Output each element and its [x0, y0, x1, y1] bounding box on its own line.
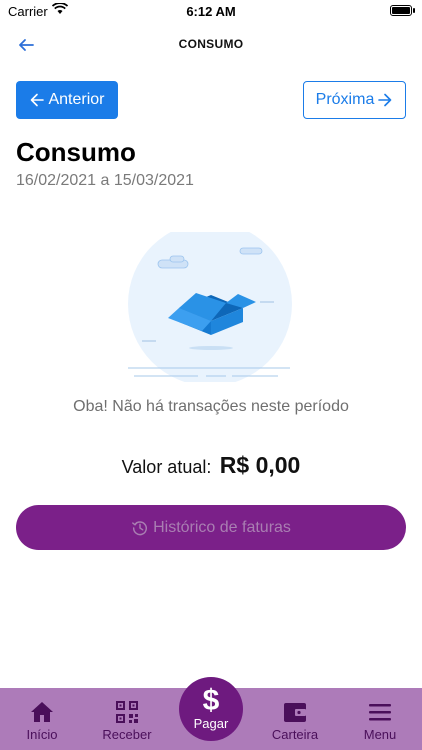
tab-label: Menu [363, 727, 397, 742]
tab-pagar[interactable]: $ Pagar [179, 677, 243, 741]
home-icon [31, 702, 53, 722]
invoice-history-label: Histórico de faturas [153, 518, 291, 536]
arrow-left-icon [31, 93, 45, 107]
tab-carteira[interactable]: Carteira [266, 688, 324, 750]
tab-receber[interactable]: Receber [96, 688, 158, 750]
current-value-amount: R$ 0,00 [219, 452, 301, 478]
status-bar: Carrier 6:12 AM [0, 0, 422, 22]
next-period-label: Próxima [315, 91, 375, 108]
previous-period-label: Anterior [48, 91, 105, 108]
history-icon [132, 520, 148, 535]
qr-code-icon [116, 701, 138, 723]
menu-icon [369, 704, 391, 721]
current-value-label: Valor atual: [121, 457, 212, 477]
previous-period-button[interactable]: Anterior [16, 81, 118, 119]
arrow-right-icon [378, 93, 392, 107]
tab-label: Carteira [271, 727, 319, 742]
page-title: Consumo [16, 137, 136, 167]
tab-label: Receber [102, 727, 152, 742]
date-range: 16/02/2021 a 15/03/2021 [16, 172, 194, 189]
tab-menu[interactable]: Menu [354, 688, 406, 750]
current-value: Valor atual: R$ 0,00 [0, 452, 422, 479]
empty-box-illustration [128, 232, 292, 382]
next-period-button[interactable]: Próxima [303, 81, 406, 119]
invoice-history-button[interactable]: Histórico de faturas [16, 505, 406, 550]
wallet-icon [284, 703, 306, 722]
battery-icon [390, 5, 415, 16]
clock: 6:12 AM [186, 4, 236, 19]
tab-inicio[interactable]: Início [14, 688, 70, 750]
tab-label: Início [26, 727, 58, 742]
tab-label: Pagar [193, 716, 229, 731]
empty-state-message: Oba! Não há transações neste período [73, 398, 349, 415]
nav-title: CONSUMO [178, 37, 244, 51]
dollar-icon: $ [202, 684, 220, 717]
